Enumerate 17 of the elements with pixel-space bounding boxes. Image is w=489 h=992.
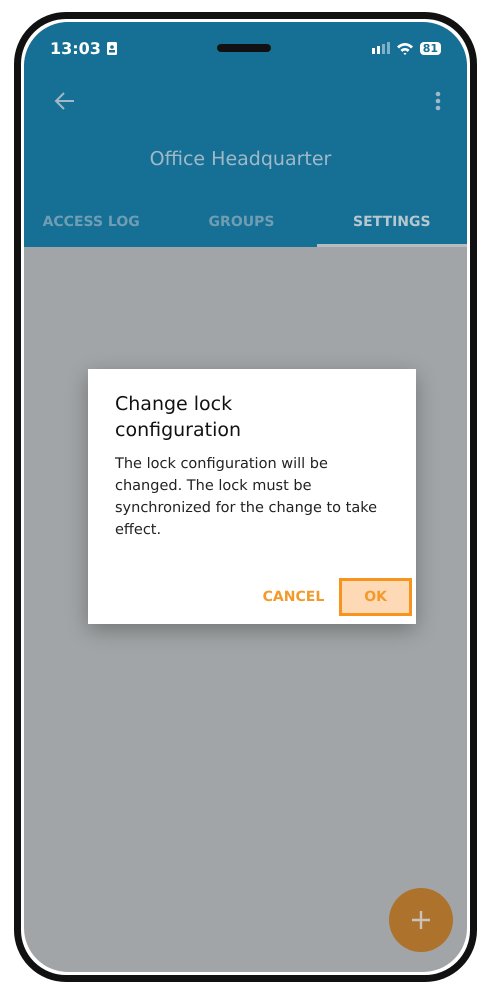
camera-notch — [217, 44, 272, 52]
dialog-button[interactable]: OK — [339, 578, 412, 616]
back-arrow-icon[interactable] — [54, 90, 76, 112]
battery-level: 81 — [420, 42, 441, 54]
tab[interactable]: GROUPS — [166, 206, 317, 247]
contact-card-icon — [106, 42, 117, 54]
add-fab-icon[interactable] — [389, 888, 453, 952]
more-options-icon[interactable] — [435, 91, 441, 111]
signal-icon — [372, 42, 390, 54]
wifi-icon — [396, 42, 414, 54]
tab[interactable]: ACCESS LOG — [24, 206, 166, 247]
dialog-message: The lock configuration will be changed. The lock must be synchronized for the change to take effect. — [115, 455, 378, 540]
dialog-title: Change lock configuration — [115, 392, 242, 443]
page-title: Office Headquarter — [148, 148, 332, 170]
tab[interactable]: SETTINGS — [316, 206, 467, 247]
dialog-button[interactable]: CANCEL — [254, 578, 334, 616]
status-time: 13:03 — [50, 38, 101, 58]
